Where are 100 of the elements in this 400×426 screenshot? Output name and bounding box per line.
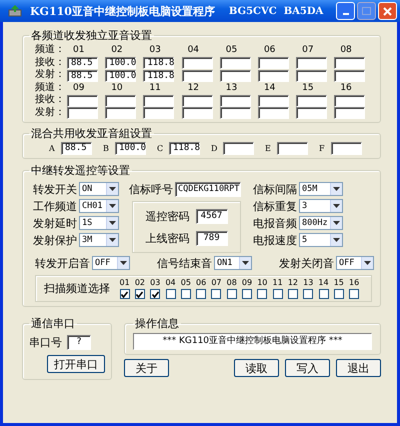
checkbox[interactable] (318, 289, 328, 299)
input-field[interactable] (334, 57, 366, 69)
input-field[interactable]: ? (67, 335, 91, 350)
dropdown[interactable]: 05M (299, 182, 343, 196)
input-field[interactable] (67, 107, 98, 119)
checkbox[interactable] (180, 289, 191, 299)
input-field[interactable] (143, 107, 174, 119)
checkbox[interactable] (226, 289, 237, 299)
input-field[interactable] (258, 107, 289, 119)
input-field[interactable] (105, 107, 136, 119)
field-label: 遥控密码 (146, 210, 190, 222)
checkbox[interactable] (242, 289, 252, 299)
open-port-button[interactable]: 打开串口 (47, 355, 105, 373)
checkbox[interactable] (288, 289, 298, 299)
close-button[interactable] (378, 2, 397, 20)
input-field[interactable]: 100.0 (105, 70, 136, 82)
channel-number: 07 (211, 278, 222, 288)
input-field[interactable] (143, 94, 174, 106)
dropdown[interactable]: ON (79, 182, 119, 196)
input-field[interactable] (182, 70, 213, 82)
group-letter: A (49, 144, 56, 153)
input-field[interactable] (258, 57, 289, 69)
dropdown[interactable]: 1S (79, 216, 119, 230)
action-button[interactable]: 读取 (234, 359, 279, 377)
dropdown[interactable]: OFF (336, 256, 374, 270)
input-field[interactable]: 118.8 (143, 57, 174, 69)
checkbox[interactable] (196, 289, 206, 299)
input-field[interactable]: 88.5 (67, 70, 98, 82)
action-button[interactable]: 写入 (285, 359, 330, 377)
checkbox[interactable] (166, 289, 176, 299)
dropdown[interactable]: 800Hz (299, 216, 343, 230)
group-title: 操作信息 (134, 316, 180, 331)
caret-icon (120, 261, 127, 265)
checkbox[interactable] (134, 289, 145, 299)
dropdown[interactable]: 5 (299, 233, 343, 247)
input-field[interactable]: CQDEKG110RPT (175, 182, 241, 197)
input-field[interactable] (296, 107, 328, 119)
input-field[interactable] (105, 94, 136, 106)
channel-number: 14 (262, 82, 276, 94)
input-field[interactable] (182, 107, 213, 119)
channel-number: 15 (301, 82, 315, 94)
group-letter: F (319, 144, 326, 153)
maximize-icon (362, 7, 371, 15)
input-field[interactable] (334, 70, 366, 82)
action-button[interactable]: 退出 (336, 359, 381, 377)
field-label: 扫描频道选择 (44, 281, 110, 296)
check-icon (152, 290, 159, 298)
checkbox[interactable] (349, 289, 360, 299)
group-title: 混合共用收发亚音組设置 (30, 126, 153, 141)
close-icon (383, 6, 392, 16)
input-field[interactable] (223, 142, 254, 155)
dropdown[interactable]: 3M (79, 233, 119, 247)
field-label: 工作频道 (32, 200, 77, 212)
checkbox[interactable] (120, 289, 130, 299)
input-field[interactable] (277, 142, 308, 155)
channel-number: 05 (180, 278, 191, 288)
input-field[interactable]: 100.0 (115, 142, 146, 155)
field-label: 信标重复 (252, 200, 297, 212)
checkbox[interactable] (272, 289, 283, 299)
action-button[interactable]: 关于 (124, 359, 169, 377)
caret-icon (333, 187, 340, 191)
input-field[interactable] (334, 107, 366, 119)
channel-number: 04 (165, 278, 176, 288)
input-field[interactable] (220, 57, 251, 69)
dropdown[interactable]: OFF (92, 256, 130, 270)
input-field[interactable] (334, 94, 366, 106)
group-letter: E (265, 144, 272, 153)
caret-icon (109, 204, 116, 208)
input-field[interactable]: 118.8 (169, 142, 200, 155)
input-field[interactable] (182, 94, 213, 106)
input-field[interactable]: 789 (196, 230, 228, 246)
checkbox[interactable] (150, 289, 160, 299)
input-field[interactable]: 88.5 (61, 142, 92, 155)
channel-number: 06 (262, 44, 276, 56)
dropdown[interactable]: ON1 (214, 256, 252, 270)
checkbox[interactable] (257, 289, 268, 299)
input-field[interactable] (296, 57, 328, 69)
input-field[interactable]: 118.8 (143, 70, 174, 82)
input-field[interactable] (296, 70, 328, 82)
input-field[interactable] (220, 70, 251, 82)
dropdown[interactable]: 3 (299, 199, 343, 213)
channel-number: 11 (272, 278, 283, 288)
dropdown[interactable]: CH01 (79, 199, 119, 213)
input-field[interactable] (220, 94, 251, 106)
channel-number: 16 (339, 82, 353, 94)
input-field[interactable] (258, 94, 289, 106)
input-field[interactable] (67, 94, 98, 106)
checkbox[interactable] (211, 289, 222, 299)
input-field[interactable] (182, 57, 213, 69)
input-field[interactable] (258, 70, 289, 82)
checkbox[interactable] (334, 289, 344, 299)
input-field[interactable]: 4567 (196, 208, 228, 224)
input-field[interactable] (220, 107, 251, 119)
input-field[interactable]: 88.5 (67, 57, 98, 69)
caret-icon (333, 221, 340, 225)
input-field[interactable]: 100.0 (105, 57, 136, 69)
input-field[interactable] (331, 142, 362, 155)
minimize-button[interactable] (336, 2, 355, 20)
checkbox[interactable] (303, 289, 314, 299)
input-field[interactable] (296, 94, 328, 106)
